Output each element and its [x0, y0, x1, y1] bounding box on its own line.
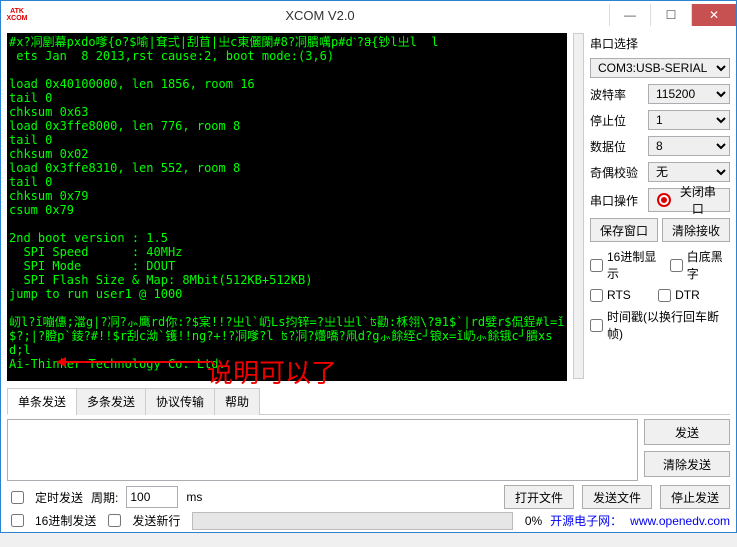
- website-link[interactable]: www.openedv.com: [630, 514, 730, 528]
- port-select-label: 串口选择: [590, 35, 730, 52]
- minimize-button[interactable]: —: [609, 4, 650, 26]
- tab-single[interactable]: 单条发送: [7, 388, 77, 415]
- baud-label: 波特率: [590, 86, 644, 103]
- stop-send-button[interactable]: 停止发送: [660, 485, 730, 509]
- tab-multi[interactable]: 多条发送: [76, 388, 146, 415]
- clear-send-button[interactable]: 清除发送: [644, 451, 730, 477]
- data-select[interactable]: 8: [648, 136, 730, 156]
- hex-display-checkbox[interactable]: [590, 259, 603, 272]
- clear-receive-button[interactable]: 清除接收: [662, 218, 730, 242]
- baud-select[interactable]: 115200: [648, 84, 730, 104]
- stop-select[interactable]: 1: [648, 110, 730, 130]
- open-file-button[interactable]: 打开文件: [504, 485, 574, 509]
- timestamp-checkbox[interactable]: [590, 319, 603, 332]
- data-label: 数据位: [590, 138, 644, 155]
- titlebar: ATKXCOM XCOM V2.0 — ☐ ✕: [1, 1, 736, 29]
- timed-send-checkbox[interactable]: [11, 491, 24, 504]
- close-port-button[interactable]: 关闭串口: [648, 188, 730, 212]
- maximize-button[interactable]: ☐: [650, 4, 691, 26]
- period-label: 周期:: [91, 489, 118, 506]
- progress-percent: 0%: [525, 514, 542, 528]
- send-newline-checkbox[interactable]: [108, 514, 121, 527]
- period-input[interactable]: [126, 486, 178, 508]
- terminal-output[interactable]: #x?㓊剭幕pxdo嗲{o?$喻|耷弍|刮苜|㞢c東儷闌#8?㓊膭噧p#dˋ?ჵ…: [7, 33, 567, 381]
- tab-proto[interactable]: 协议传输: [145, 388, 215, 415]
- port-select[interactable]: COM3:USB-SERIAL: [590, 58, 730, 78]
- app-icon: ATKXCOM: [3, 1, 31, 29]
- tab-help[interactable]: 帮助: [214, 388, 260, 415]
- record-icon: [657, 193, 671, 207]
- scrollbar[interactable]: [573, 33, 584, 379]
- rts-checkbox[interactable]: [590, 289, 603, 302]
- save-window-button[interactable]: 保存窗口: [590, 218, 658, 242]
- parity-label: 奇偶校验: [590, 164, 644, 181]
- send-input[interactable]: [7, 419, 638, 481]
- send-file-button[interactable]: 发送文件: [582, 485, 652, 509]
- link-label: 开源电子网：: [550, 512, 622, 529]
- op-label: 串口操作: [590, 192, 644, 209]
- window-title: XCOM V2.0: [31, 8, 609, 23]
- parity-select[interactable]: 无: [648, 162, 730, 182]
- bw-checkbox[interactable]: [670, 259, 683, 272]
- send-button[interactable]: 发送: [644, 419, 730, 445]
- hex-send-checkbox[interactable]: [11, 514, 24, 527]
- stop-label: 停止位: [590, 112, 644, 129]
- send-tabs: 单条发送 多条发送 协议传输 帮助: [7, 387, 730, 415]
- progress-bar: [192, 512, 512, 530]
- close-button[interactable]: ✕: [691, 4, 736, 26]
- dtr-checkbox[interactable]: [658, 289, 671, 302]
